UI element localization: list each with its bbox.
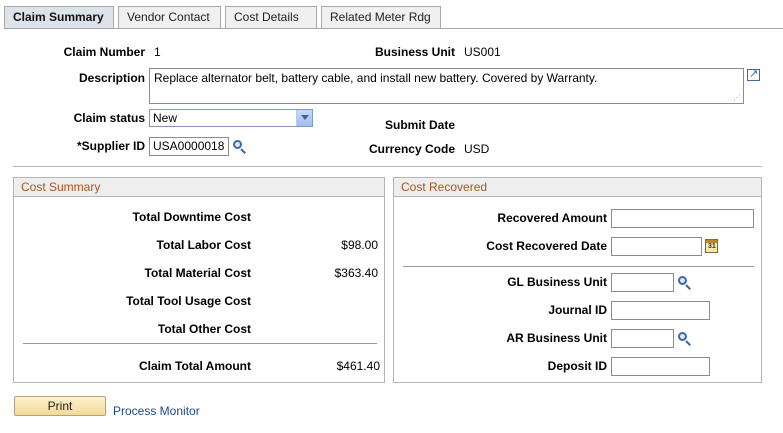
- cost-recovered-panel: Cost Recovered Recovered Amount Cost Rec…: [393, 177, 762, 383]
- cost-recovered-title: Cost Recovered: [394, 178, 761, 197]
- cost-recovered-date-label: Cost Recovered Date: [486, 239, 607, 253]
- calendar-icon-text: 31: [708, 243, 716, 250]
- cost-recovered-date-input[interactable]: [611, 237, 702, 256]
- claim-total-amount-label: Claim Total Amount: [139, 359, 251, 373]
- journal-id-label: Journal ID: [548, 303, 607, 317]
- claim-status-value: New: [153, 111, 178, 125]
- deposit-id-input[interactable]: [611, 357, 710, 376]
- business-unit-label: Business Unit: [374, 45, 455, 59]
- claim-number-value: 1: [154, 45, 161, 59]
- total-other-cost-label: Total Other Cost: [157, 322, 251, 336]
- process-monitor-link[interactable]: Process Monitor: [113, 404, 200, 418]
- expand-icon[interactable]: [747, 67, 760, 81]
- total-divider: [23, 343, 377, 344]
- recovered-amount-input[interactable]: [611, 209, 754, 228]
- submit-date-label: Submit Date: [384, 118, 455, 132]
- tab-divider: [4, 28, 783, 29]
- gl-business-unit-search-icon[interactable]: [677, 275, 692, 290]
- supplier-id-label: *Supplier ID: [76, 139, 145, 153]
- tab-cost-details[interactable]: Cost Details: [225, 6, 317, 28]
- total-downtime-cost-label: Total Downtime Cost: [132, 210, 251, 224]
- total-labor-cost-value: $98.00: [341, 238, 378, 252]
- description-text: Replace alternator belt, battery cable, …: [154, 71, 598, 85]
- ar-business-unit-input[interactable]: [611, 329, 674, 348]
- gl-business-unit-input[interactable]: [611, 273, 674, 292]
- description-textarea[interactable]: Replace alternator belt, battery cable, …: [149, 68, 744, 104]
- resize-handle-icon[interactable]: ⋰: [733, 93, 741, 102]
- claim-total-amount-value: $461.40: [336, 359, 380, 373]
- currency-code-value: USD: [464, 142, 490, 156]
- claim-status-select[interactable]: New: [149, 109, 313, 127]
- total-material-cost-value: $363.40: [334, 266, 378, 280]
- print-button[interactable]: Print: [14, 396, 106, 416]
- ar-business-unit-search-icon[interactable]: [677, 331, 692, 346]
- cost-summary-panel: Cost Summary Total Downtime Cost Total L…: [13, 177, 385, 383]
- calendar-icon[interactable]: 31: [705, 239, 718, 253]
- supplier-id-input[interactable]: USA0000018: [149, 137, 229, 156]
- tab-vendor-contact[interactable]: Vendor Contact: [118, 6, 221, 28]
- total-labor-cost-label: Total Labor Cost: [156, 238, 251, 252]
- deposit-id-label: Deposit ID: [547, 359, 607, 373]
- total-material-cost-label: Total Material Cost: [144, 266, 251, 280]
- supplier-lookup-search-icon[interactable]: [232, 139, 247, 154]
- description-label: Description: [78, 71, 145, 85]
- claim-status-label: Claim status: [73, 111, 145, 125]
- journal-id-input[interactable]: [611, 301, 710, 320]
- tab-claim-summary[interactable]: Claim Summary: [4, 6, 114, 29]
- total-tool-usage-cost-label: Total Tool Usage Cost: [126, 294, 251, 308]
- currency-code-label: Currency Code: [368, 142, 455, 156]
- ar-business-unit-label: AR Business Unit: [506, 331, 607, 345]
- claim-number-label: Claim Number: [63, 45, 145, 59]
- chevron-down-icon: [296, 110, 312, 126]
- supplier-id-value: USA0000018: [153, 139, 225, 153]
- cost-summary-title: Cost Summary: [14, 178, 384, 197]
- section-divider: [13, 166, 762, 167]
- recovered-amount-label: Recovered Amount: [497, 211, 607, 225]
- gl-business-unit-label: GL Business Unit: [507, 275, 607, 289]
- recovered-divider: [403, 266, 754, 267]
- tab-related-meter-rdg[interactable]: Related Meter Rdg: [321, 6, 441, 28]
- business-unit-value: US001: [464, 45, 501, 59]
